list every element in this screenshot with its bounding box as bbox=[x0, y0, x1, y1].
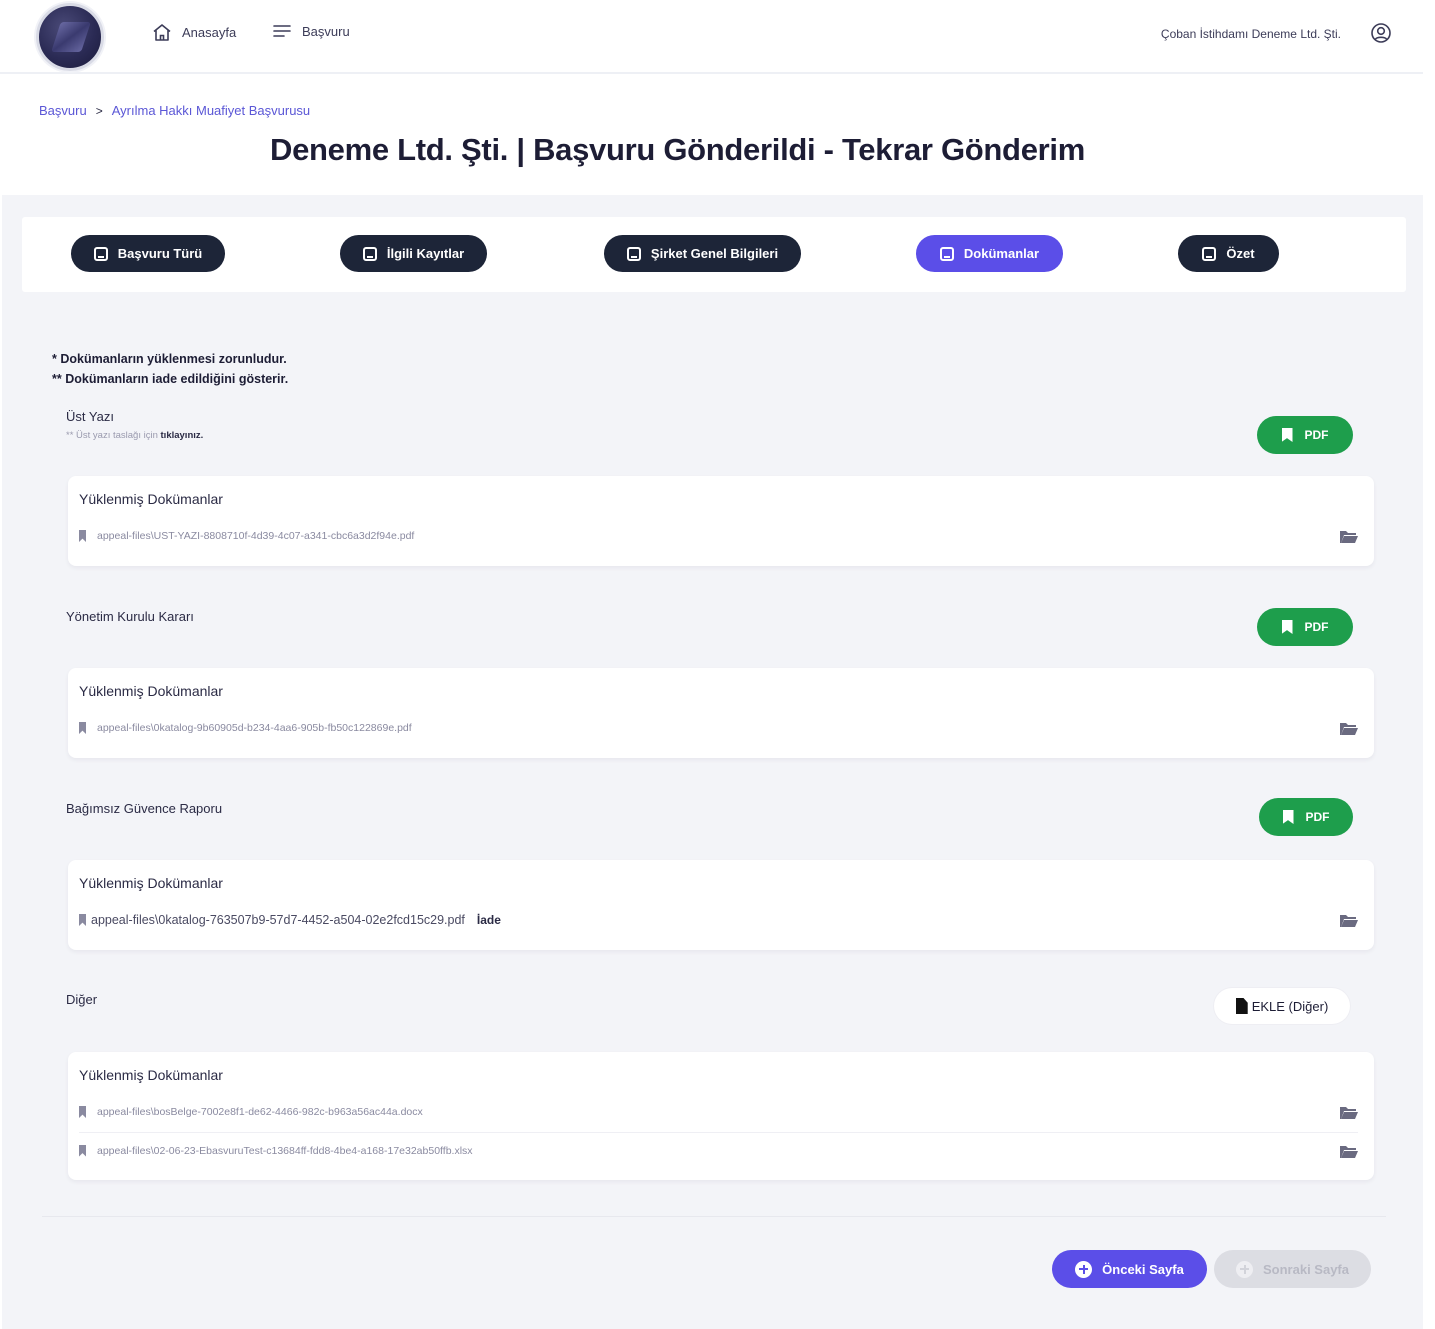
uploaded-docs-card-yonetim-kurulu: Yüklenmiş Dokümanlar appeal-files\0katal… bbox=[68, 668, 1374, 758]
folder-icon[interactable] bbox=[1340, 722, 1358, 735]
file-name[interactable]: appeal-files\UST-YAZI-8808710f-4d39-4c07… bbox=[97, 530, 414, 542]
card-title: Yüklenmiş Dokümanlar bbox=[79, 683, 223, 699]
file-name[interactable]: appeal-files\bosBelge-7002e8f1-de62-4466… bbox=[97, 1106, 423, 1118]
next-page-button[interactable]: Sonraki Sayfa bbox=[1214, 1250, 1371, 1288]
breadcrumb: Başvuru > Ayrılma Hakkı Muafiyet Başvuru… bbox=[39, 103, 310, 118]
section-label-guvence-raporu: Bağımsız Güvence Raporu bbox=[66, 801, 223, 816]
ekle-button-label: EKLE (Diğer) bbox=[1251, 998, 1329, 1014]
nav-basvuru[interactable]: Başvuru bbox=[272, 23, 350, 39]
step-basvuru-turu[interactable]: Başvuru Türü bbox=[71, 235, 225, 272]
card-title: Yüklenmiş Dokümanlar bbox=[79, 875, 223, 891]
nav-basvuru-label: Başvuru bbox=[302, 23, 350, 39]
documents-content: * Dokümanların yüklenmesi zorunludur. **… bbox=[22, 330, 1406, 1310]
page-title: Deneme Ltd. Şti. | Başvuru Gönderildi - … bbox=[270, 132, 1085, 167]
section-label-ust-yazi: Üst Yazı bbox=[66, 409, 114, 424]
file-row[interactable]: appeal-files\0katalog-9b60905d-b234-4aa6… bbox=[79, 710, 1358, 746]
section-label-diger: Diğer bbox=[66, 992, 98, 1007]
bookmark-icon bbox=[1282, 810, 1294, 824]
pdf-button-guvence-raporu[interactable]: PDF bbox=[1259, 798, 1353, 836]
bookmark-icon bbox=[79, 722, 86, 734]
pdf-button-label: PDF bbox=[1304, 428, 1329, 442]
file-name[interactable]: appeal-files\0katalog-9b60905d-b234-4aa6… bbox=[97, 722, 412, 734]
step-tabs: Başvuru Türü İlgili Kayıtlar Şirket Gene… bbox=[22, 217, 1406, 292]
step-dokumanlar[interactable]: Dokümanlar bbox=[916, 235, 1063, 272]
card-title: Yüklenmiş Dokümanlar bbox=[79, 1067, 223, 1083]
step-sirket-genel-bilgileri[interactable]: Şirket Genel Bilgileri bbox=[604, 235, 801, 272]
home-icon bbox=[153, 24, 171, 41]
file-row[interactable]: appeal-files\0katalog-763507b9-57d7-4452… bbox=[79, 902, 1358, 938]
pdf-button-yonetim-kurulu[interactable]: PDF bbox=[1257, 608, 1353, 646]
uploaded-docs-card-guvence-raporu: Yüklenmiş Dokümanlar appeal-files\0katal… bbox=[68, 860, 1374, 950]
previous-page-label: Önceki Sayfa bbox=[1102, 1261, 1184, 1277]
uploaded-docs-card-ust-yazi: Yüklenmiş Dokümanlar appeal-files\UST-YA… bbox=[68, 476, 1374, 566]
logo[interactable] bbox=[36, 3, 104, 71]
step-label: Başvuru Türü bbox=[117, 246, 203, 261]
folder-icon[interactable] bbox=[1340, 530, 1358, 543]
file-row[interactable]: appeal-files\bosBelge-7002e8f1-de62-4466… bbox=[79, 1094, 1358, 1130]
step-label: Özet bbox=[1226, 246, 1255, 261]
uploaded-docs-card-diger: Yüklenmiş Dokümanlar appeal-files\bosBel… bbox=[68, 1052, 1374, 1180]
breadcrumb-basvuru[interactable]: Başvuru bbox=[39, 103, 87, 118]
note-required: * Dokümanların yüklenmesi zorunludur. bbox=[52, 352, 287, 366]
file-row[interactable]: appeal-files\02-06-23-EbasvuruTest-c1368… bbox=[79, 1132, 1358, 1168]
ekle-diger-button[interactable]: EKLE (Diğer) bbox=[1214, 988, 1350, 1024]
square-icon bbox=[1202, 246, 1217, 261]
step-label: İlgili Kayıtlar bbox=[386, 246, 465, 261]
bookmark-icon bbox=[1281, 428, 1293, 442]
ust-yazi-template-link[interactable]: tıklayınız. bbox=[161, 430, 204, 441]
step-ozet[interactable]: Özet bbox=[1178, 235, 1279, 272]
file-name[interactable]: appeal-files\0katalog-763507b9-57d7-4452… bbox=[91, 913, 465, 927]
step-label: Dokümanlar bbox=[963, 246, 1040, 261]
step-label: Şirket Genel Bilgileri bbox=[650, 246, 779, 261]
bookmark-icon bbox=[1281, 620, 1293, 634]
file-name[interactable]: appeal-files\02-06-23-EbasvuruTest-c1368… bbox=[97, 1145, 473, 1157]
bookmark-icon bbox=[79, 914, 86, 926]
requirement-notes: * Dokümanların yüklenmesi zorunludur. **… bbox=[52, 349, 288, 389]
square-icon bbox=[93, 246, 108, 261]
nav-home-label: Anasayfa bbox=[182, 25, 237, 40]
top-navbar: Anasayfa Başvuru Çoban İstihdamı Deneme … bbox=[0, 0, 1423, 74]
company-name: Çoban İstihdamı Deneme Ltd. Şti. bbox=[1160, 27, 1341, 41]
pdf-button-ust-yazi[interactable]: PDF bbox=[1257, 416, 1353, 454]
bookmark-icon bbox=[79, 1106, 86, 1118]
folder-icon[interactable] bbox=[1340, 914, 1358, 927]
user-circle-icon[interactable] bbox=[1370, 22, 1392, 44]
square-icon bbox=[362, 246, 377, 261]
main-panel: Başvuru Türü İlgili Kayıtlar Şirket Gene… bbox=[2, 195, 1423, 1329]
breadcrumb-ayrilma-hakki[interactable]: Ayrılma Hakkı Muafiyet Başvurusu bbox=[112, 103, 310, 118]
section-label-yonetim-kurulu: Yönetim Kurulu Kararı bbox=[66, 609, 194, 624]
file-row[interactable]: appeal-files\UST-YAZI-8808710f-4d39-4c07… bbox=[79, 518, 1358, 554]
card-title: Yüklenmiş Dokümanlar bbox=[79, 491, 223, 507]
bookmark-icon bbox=[79, 1144, 86, 1157]
ust-yazi-hint: ** Üst yazı taslağı için tıklayınız. bbox=[66, 430, 203, 441]
next-page-label: Sonraki Sayfa bbox=[1263, 1261, 1349, 1277]
plus-circle-icon bbox=[1236, 1260, 1253, 1278]
document-icon bbox=[1235, 998, 1248, 1014]
plus-circle-icon bbox=[1075, 1260, 1093, 1278]
divider bbox=[42, 1216, 1386, 1217]
square-icon bbox=[939, 246, 954, 261]
breadcrumb-separator: > bbox=[95, 103, 103, 118]
pdf-button-label: PDF bbox=[1304, 620, 1329, 634]
note-returned: ** Dokümanların iade edildiğini gösterir… bbox=[52, 372, 289, 386]
step-ilgili-kayitlar[interactable]: İlgili Kayıtlar bbox=[340, 235, 487, 272]
menu-icon bbox=[273, 25, 291, 37]
previous-page-button[interactable]: Önceki Sayfa bbox=[1052, 1250, 1207, 1288]
square-icon bbox=[626, 246, 641, 261]
iade-badge: İade bbox=[476, 913, 501, 927]
nav-home[interactable]: Anasayfa bbox=[152, 23, 236, 42]
bookmark-icon bbox=[79, 530, 86, 542]
folder-icon[interactable] bbox=[1340, 1106, 1358, 1119]
ust-yazi-hint-text: ** Üst yazı taslağı için bbox=[66, 430, 158, 441]
folder-icon[interactable] bbox=[1340, 1145, 1358, 1158]
pdf-button-label: PDF bbox=[1305, 810, 1330, 824]
